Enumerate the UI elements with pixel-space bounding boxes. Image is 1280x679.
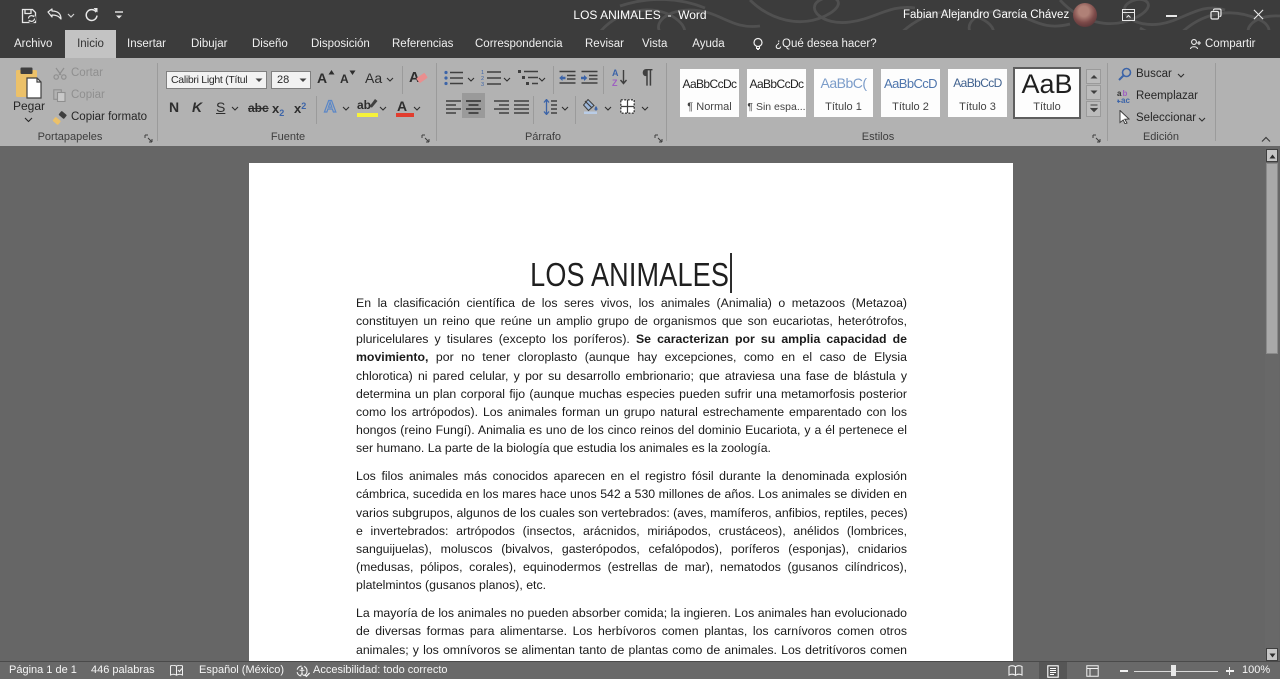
svg-text:A: A <box>612 68 619 78</box>
svg-text:3: 3 <box>481 82 484 86</box>
svg-text:ac: ac <box>1121 96 1130 103</box>
svg-text:Z: Z <box>612 78 618 87</box>
